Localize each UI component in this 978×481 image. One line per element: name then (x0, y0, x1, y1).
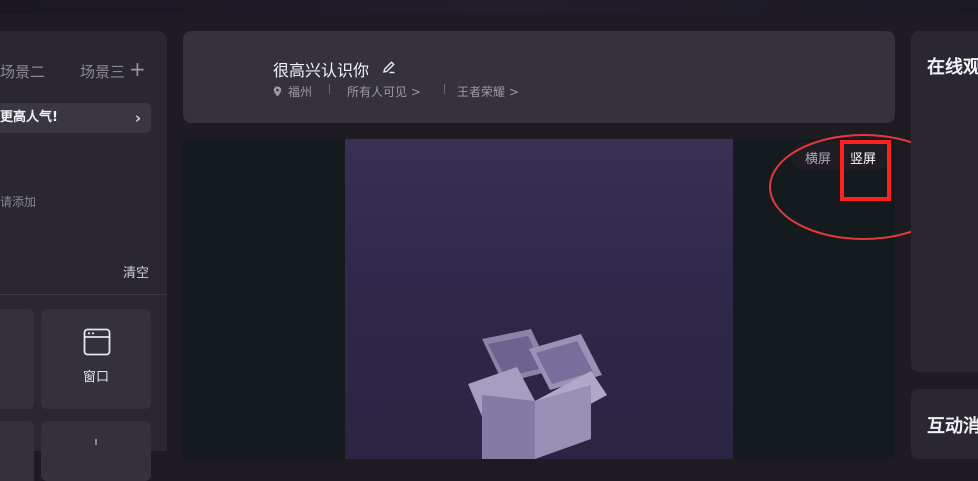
location-text: 福州 (288, 85, 313, 99)
tool-tile[interactable] (41, 421, 151, 481)
window-label: 窗口 (82, 370, 109, 385)
visibility-selector[interactable]: 所有人可见 > (347, 83, 421, 100)
interaction-title: 互动消息 (927, 416, 978, 437)
tool-tile[interactable] (0, 421, 34, 481)
online-viewers-panel: 在线观众 (911, 31, 978, 372)
promo-banner[interactable]: 更高人气! › (0, 103, 151, 133)
tool-window[interactable]: 窗口 (41, 309, 151, 409)
room-info-card: 很高兴认识你 福州 所有人可见 > 王者荣耀 > (183, 31, 895, 123)
empty-box-icon (468, 329, 607, 459)
promo-text: 更高人气! (0, 110, 58, 125)
location-info: 福州 (273, 83, 312, 100)
divider (0, 294, 167, 295)
chevron-right-icon: › (134, 109, 141, 127)
clear-button[interactable]: 清空 (123, 262, 149, 281)
edit-icon[interactable] (382, 59, 396, 78)
interaction-panel: 互动消息 (911, 389, 978, 459)
location-pin-icon (273, 86, 282, 97)
left-panel: 场景二 场景三 + 更高人气! › 请添加 清空 窗口 (0, 31, 167, 481)
online-viewers-title: 在线观众 (927, 57, 978, 78)
add-hint: 请添加 (0, 195, 37, 209)
preview-canvas (345, 139, 733, 459)
game-selector[interactable]: 王者荣耀 > (457, 83, 519, 100)
scene-tab-3[interactable]: 场景三 (80, 61, 125, 82)
divider (329, 84, 330, 94)
tool-icon (95, 439, 97, 445)
tool-tile[interactable] (0, 309, 34, 409)
add-scene-button[interactable]: + (129, 57, 146, 81)
scene-tab-2[interactable]: 场景二 (0, 61, 45, 82)
annotation-highlight (840, 140, 891, 201)
divider (444, 84, 445, 94)
room-title: 很高兴认识你 (273, 61, 370, 80)
top-bar (0, 0, 978, 14)
window-icon (83, 328, 111, 360)
